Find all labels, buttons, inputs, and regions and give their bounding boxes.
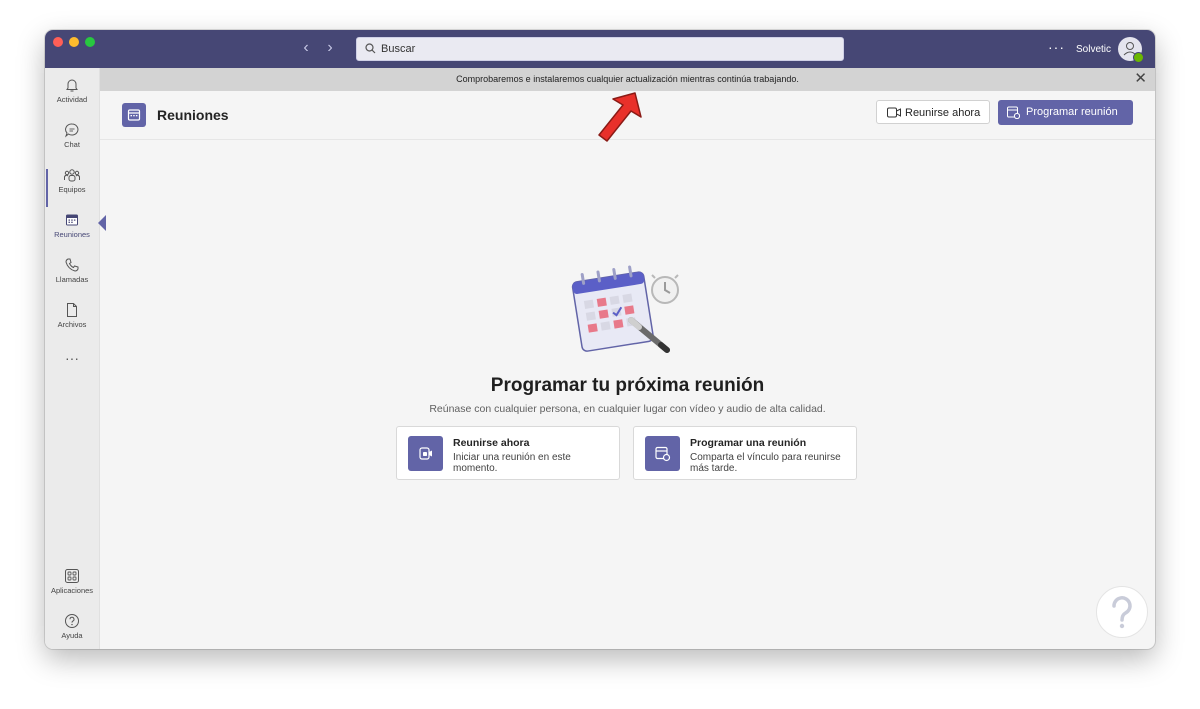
- schedule-meeting-card-title: Programar una reunión: [690, 437, 807, 449]
- rail-item-label: Ayuda: [61, 631, 83, 640]
- schedule-meeting-card[interactable]: Programar una reunión Comparta el víncul…: [633, 426, 857, 480]
- calendar-illustration-icon: [571, 265, 679, 353]
- search-input[interactable]: Buscar: [356, 37, 844, 61]
- presence-available-icon: [1133, 52, 1144, 63]
- video-icon: [419, 447, 432, 460]
- help-watermark-logo: [1096, 586, 1148, 638]
- calendar-add-icon: [1007, 106, 1020, 119]
- empty-state-title: Programar tu próxima reunión: [490, 375, 765, 396]
- teams-icon: [64, 169, 80, 182]
- rail-more-apps-icon[interactable]: ···: [45, 350, 99, 370]
- phone-icon: [65, 258, 79, 272]
- file-icon: [67, 303, 77, 317]
- rail-item-label: Actividad: [56, 95, 88, 104]
- forward-arrow-icon[interactable]: ›: [321, 39, 339, 57]
- zoom-window-button[interactable]: [85, 37, 95, 47]
- calendar-icon: [66, 214, 78, 226]
- rail-item-label: Llamadas: [55, 275, 89, 284]
- rail-item-activity[interactable]: Actividad: [45, 77, 99, 119]
- meet-now-button[interactable]: Reunirse ahora: [876, 100, 990, 124]
- rail-item-label: Aplicaciones: [50, 586, 94, 595]
- annotation-arrow-icon: [598, 92, 642, 142]
- schedule-meeting-label: Programar reunión: [1026, 106, 1118, 118]
- active-pointer: [98, 215, 106, 231]
- rail-item-calls[interactable]: Llamadas: [45, 257, 99, 299]
- rail-item-label: Equipos: [58, 185, 86, 194]
- schedule-meeting-card-description: Comparta el vínculo para reunirse más ta…: [690, 452, 841, 474]
- user-name: Solvetic: [1076, 44, 1112, 55]
- close-icon[interactable]: ✕: [1134, 71, 1147, 86]
- update-banner-message: Comprobaremos e instalaremos cualquier a…: [456, 74, 799, 84]
- active-indicator: [46, 169, 48, 207]
- schedule-meeting-card-icon: [645, 436, 680, 471]
- page-title: Reuniones: [157, 107, 229, 123]
- video-camera-icon: [887, 107, 901, 118]
- rail-item-help[interactable]: Ayuda: [45, 613, 99, 649]
- empty-state-subtitle: Reúnase con cualquier persona, en cualqu…: [429, 403, 826, 415]
- rail-item-files[interactable]: Archivos: [45, 302, 99, 344]
- schedule-meeting-button[interactable]: Programar reunión: [998, 100, 1133, 125]
- back-arrow-icon[interactable]: ‹: [297, 39, 315, 57]
- minimize-window-button[interactable]: [69, 37, 79, 47]
- update-banner: Comprobaremos e instalaremos cualquier a…: [100, 68, 1155, 91]
- meet-now-card-title: Reunirse ahora: [453, 437, 530, 449]
- apps-icon: [65, 569, 79, 583]
- rail-item-chat[interactable]: Chat: [45, 122, 99, 164]
- rail-item-meetings[interactable]: Reuniones: [45, 212, 99, 254]
- calendar-add-icon: [655, 446, 671, 462]
- rail-item-apps[interactable]: Aplicaciones: [45, 568, 99, 610]
- search-placeholder: Buscar: [381, 43, 416, 55]
- rail-item-label: Chat: [64, 140, 80, 149]
- chat-icon: [64, 123, 79, 138]
- avatar[interactable]: [1118, 37, 1144, 63]
- meet-now-card[interactable]: Reunirse ahora Iniciar una reunión en es…: [396, 426, 620, 480]
- more-options-icon[interactable]: ···: [1048, 39, 1065, 55]
- close-window-button[interactable]: [53, 37, 63, 47]
- meet-now-card-icon: [408, 436, 443, 471]
- title-bar: ‹ › Buscar ··· Solvetic: [45, 30, 1155, 68]
- meet-now-card-description: Iniciar una reunión en este momento.: [453, 452, 571, 474]
- bell-icon: [66, 79, 78, 92]
- rail-item-teams[interactable]: Equipos: [45, 167, 99, 209]
- rail-item-label: Archivos: [57, 320, 87, 329]
- search-icon: [365, 43, 376, 54]
- meet-now-label: Reunirse ahora: [905, 107, 981, 119]
- rail-item-label: Reuniones: [54, 230, 90, 239]
- app-rail: Actividad Chat Equipos Reuniones Llamada…: [45, 68, 100, 649]
- help-icon: [65, 614, 79, 628]
- meetings-calendar-icon: [122, 103, 146, 127]
- teams-window: ‹ › Buscar ··· Solvetic Actividad Chat E…: [45, 30, 1155, 649]
